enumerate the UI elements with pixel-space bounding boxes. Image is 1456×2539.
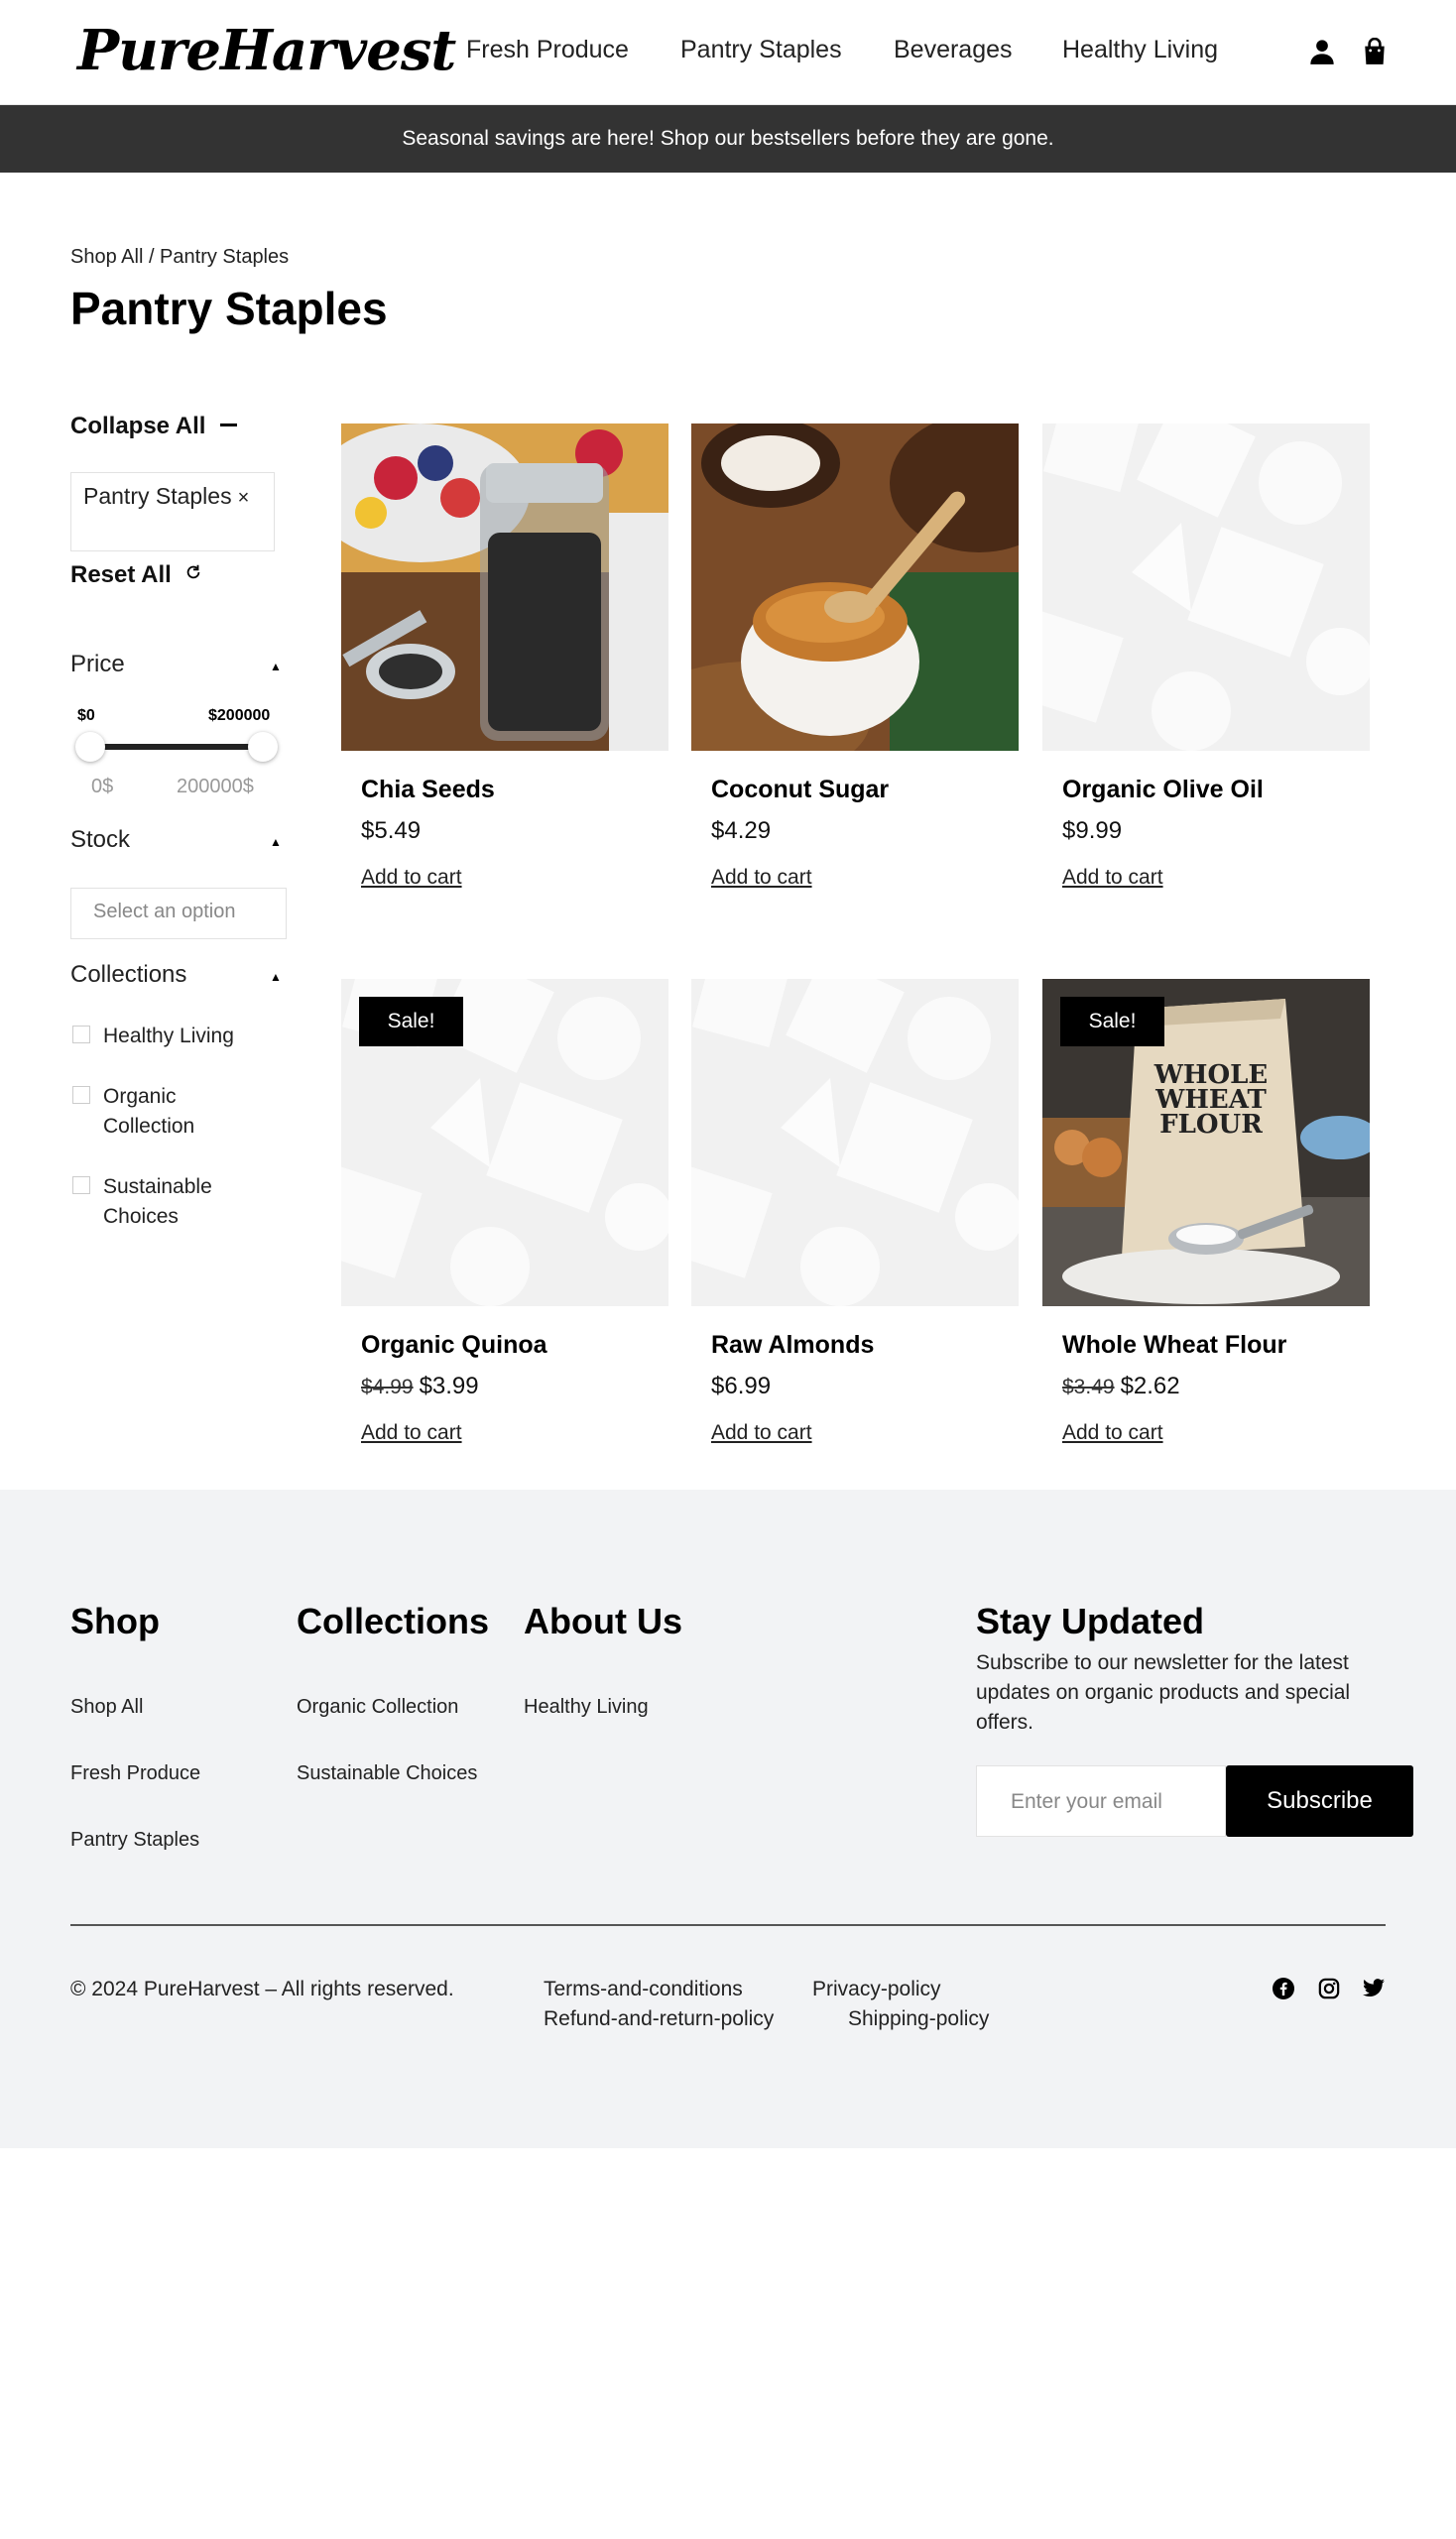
- active-filter-label: Pantry Staples: [83, 483, 232, 509]
- sale-badge: Sale!: [1060, 997, 1164, 1046]
- flour-bag-line-3: FLOUR: [1159, 1110, 1263, 1140]
- legal-link-privacy[interactable]: Privacy-policy: [812, 1978, 941, 2001]
- chevron-up-icon[interactable]: ▲: [270, 970, 282, 984]
- close-icon[interactable]: ×: [238, 487, 250, 509]
- nav-item-pantry-staples[interactable]: Pantry Staples: [680, 36, 842, 64]
- collapse-all-button[interactable]: Collapse All: [70, 413, 205, 440]
- product-current-price: $4.29: [711, 817, 772, 844]
- footer-link-shop-all[interactable]: Shop All: [70, 1696, 143, 1719]
- price-max-label: $200000: [208, 707, 271, 724]
- legal-link-shipping[interactable]: Shipping-policy: [848, 2007, 989, 2031]
- product-price: $3.49 $2.62: [1062, 1373, 1180, 1400]
- product-current-price: $2.62: [1120, 1373, 1180, 1399]
- footer-about-heading: About Us: [524, 1601, 682, 1641]
- product-current-price: $6.99: [711, 1373, 772, 1399]
- nav-item-healthy-living[interactable]: Healthy Living: [1062, 36, 1218, 64]
- checkbox[interactable]: [72, 1176, 90, 1194]
- add-to-cart-link[interactable]: Add to cart: [361, 1421, 462, 1445]
- add-to-cart-link[interactable]: Add to cart: [1062, 1421, 1163, 1445]
- refresh-icon[interactable]: [184, 563, 202, 587]
- product-image[interactable]: [691, 423, 1019, 751]
- price-min-label: $0: [77, 707, 95, 724]
- brand-logo[interactable]: PureHarvest: [77, 18, 456, 83]
- site-header: PureHarvest Fresh Produce Pantry Staples…: [0, 0, 1456, 105]
- product-current-price: $3.99: [419, 1373, 479, 1399]
- site-footer: Shop Shop All Fresh Produce Pantry Stapl…: [0, 1490, 1456, 2148]
- active-filter-tag[interactable]: Pantry Staples ×: [70, 472, 275, 551]
- placeholder-image[interactable]: Sale!: [341, 979, 668, 1306]
- collection-option-label: Healthy Living: [103, 1025, 234, 1047]
- footer-link-fresh-produce[interactable]: Fresh Produce: [70, 1762, 200, 1785]
- checkbox[interactable]: [72, 1086, 90, 1104]
- user-icon[interactable]: [1306, 36, 1338, 67]
- product-name[interactable]: Whole Wheat Flour: [1062, 1331, 1286, 1360]
- shopping-bag-icon[interactable]: [1359, 36, 1391, 67]
- add-to-cart-link[interactable]: Add to cart: [711, 1421, 812, 1445]
- price-min-handle[interactable]: [75, 732, 105, 762]
- newsletter-email-input[interactable]: Enter your email: [976, 1765, 1226, 1837]
- legal-link-terms[interactable]: Terms-and-conditions: [544, 1978, 743, 2001]
- stock-select[interactable]: Select an option: [70, 888, 287, 939]
- price-range-track[interactable]: [89, 744, 264, 750]
- newsletter-heading: Stay Updated: [976, 1601, 1205, 1641]
- page-title: Pantry Staples: [70, 283, 388, 334]
- checkbox[interactable]: [72, 1026, 90, 1043]
- facebook-icon[interactable]: [1271, 1976, 1296, 2001]
- price-filter-heading[interactable]: Price: [70, 651, 125, 678]
- price-min-value: 0$: [91, 776, 114, 797]
- footer-link-pantry-staples[interactable]: Pantry Staples: [70, 1829, 199, 1852]
- footer-divider: [70, 1924, 1386, 1926]
- product-name[interactable]: Organic Olive Oil: [1062, 776, 1264, 804]
- product-price: $9.99: [1062, 817, 1122, 845]
- product-image[interactable]: [341, 423, 668, 751]
- footer-link-organic-collection[interactable]: Organic Collection: [297, 1696, 458, 1719]
- nav-item-fresh-produce[interactable]: Fresh Produce: [466, 36, 629, 64]
- product-image[interactable]: WHOLE WHEAT FLOUR Sale!: [1042, 979, 1370, 1306]
- chevron-up-icon[interactable]: ▲: [270, 835, 282, 849]
- twitter-icon[interactable]: [1361, 1976, 1387, 2001]
- sale-badge: Sale!: [359, 997, 463, 1046]
- minus-icon[interactable]: [220, 423, 237, 426]
- subscribe-button[interactable]: Subscribe: [1226, 1765, 1413, 1837]
- instagram-icon[interactable]: [1316, 1976, 1342, 2001]
- product-name[interactable]: Coconut Sugar: [711, 776, 889, 804]
- announcement-bar: Seasonal savings are here! Shop our best…: [0, 105, 1456, 173]
- price-max-value: 200000$: [177, 776, 254, 797]
- product-name[interactable]: Organic Quinoa: [361, 1331, 547, 1360]
- product-price: $4.99 $3.99: [361, 1373, 479, 1400]
- add-to-cart-link[interactable]: Add to cart: [1062, 866, 1163, 890]
- stock-filter-heading[interactable]: Stock: [70, 826, 130, 854]
- product-price: $5.49: [361, 817, 421, 845]
- product-current-price: $9.99: [1062, 817, 1123, 844]
- footer-shop-heading: Shop: [70, 1601, 160, 1641]
- product-name[interactable]: Chia Seeds: [361, 776, 495, 804]
- product-name[interactable]: Raw Almonds: [711, 1331, 874, 1360]
- collection-option-label: Sustainable Choices: [103, 1175, 212, 1228]
- collections-filter-heading[interactable]: Collections: [70, 961, 186, 989]
- footer-link-healthy-living[interactable]: Healthy Living: [524, 1696, 649, 1719]
- footer-link-sustainable-choices[interactable]: Sustainable Choices: [297, 1762, 477, 1785]
- reset-all-button[interactable]: Reset All: [70, 561, 172, 589]
- add-to-cart-link[interactable]: Add to cart: [361, 866, 462, 890]
- product-original-price: $4.99: [361, 1376, 414, 1398]
- placeholder-image[interactable]: [1042, 423, 1370, 751]
- add-to-cart-link[interactable]: Add to cart: [711, 866, 812, 890]
- legal-link-refund[interactable]: Refund-and-return-policy: [544, 2007, 774, 2031]
- product-original-price: $3.49: [1062, 1376, 1115, 1398]
- copyright-text: © 2024 PureHarvest – All rights reserved…: [70, 1978, 454, 2000]
- newsletter-text: Subscribe to our newsletter for the late…: [976, 1651, 1351, 1734]
- product-current-price: $5.49: [361, 817, 422, 844]
- footer-collections-heading: Collections: [297, 1601, 490, 1641]
- product-price: $6.99: [711, 1373, 771, 1400]
- nav-item-beverages[interactable]: Beverages: [894, 36, 1013, 64]
- chevron-up-icon[interactable]: ▲: [270, 660, 282, 673]
- breadcrumb[interactable]: Shop All / Pantry Staples: [70, 246, 289, 269]
- price-max-handle[interactable]: [248, 732, 278, 762]
- placeholder-image[interactable]: [691, 979, 1019, 1306]
- product-price: $4.29: [711, 817, 771, 845]
- collection-option-label: Organic Collection: [103, 1085, 195, 1138]
